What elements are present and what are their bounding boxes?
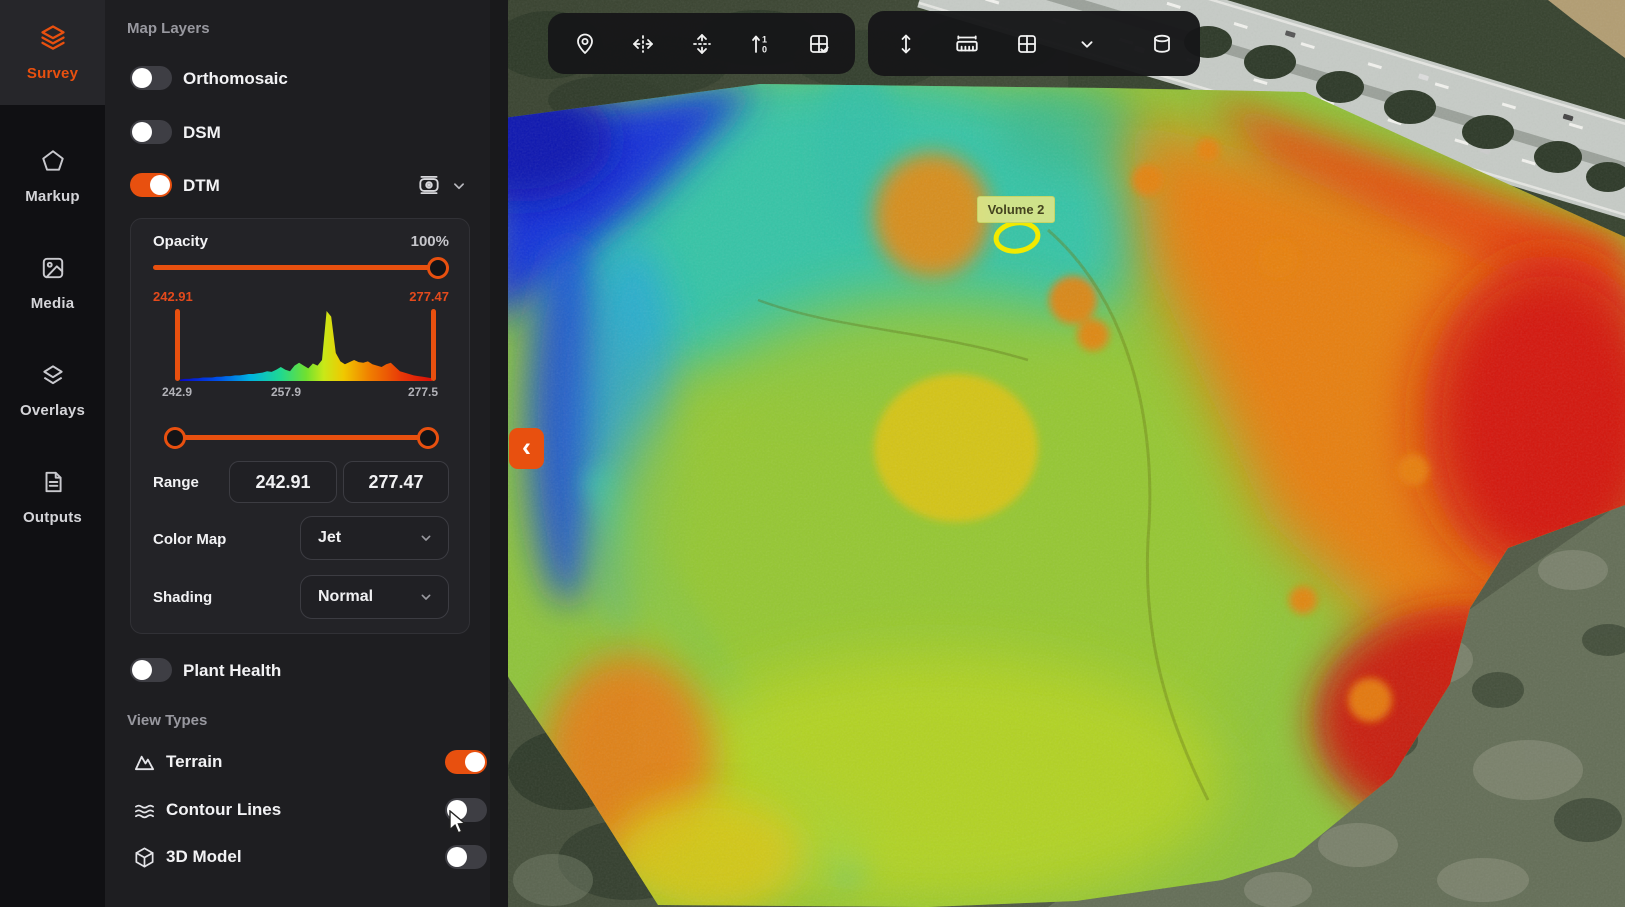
range-slider-knob-max[interactable] bbox=[417, 427, 439, 449]
overlay-layers-icon bbox=[40, 362, 66, 393]
sidebar-item-outputs[interactable]: Outputs bbox=[0, 449, 105, 545]
table-check-icon[interactable] bbox=[797, 22, 841, 66]
dsm-toggle[interactable] bbox=[130, 120, 172, 144]
location-pin-icon[interactable] bbox=[563, 22, 607, 66]
pentagon-icon bbox=[40, 148, 66, 179]
contour-lines-toggle[interactable] bbox=[445, 798, 487, 822]
shading-label: Shading bbox=[153, 589, 212, 606]
opacity-slider-knob[interactable] bbox=[427, 257, 449, 279]
model-3d-label: 3D Model bbox=[166, 847, 242, 867]
hist-tick: 257.9 bbox=[271, 385, 301, 399]
nav-rail: Survey Markup Media Overlays Outputs bbox=[0, 0, 105, 907]
dtm-expand-chevron-icon[interactable] bbox=[449, 176, 469, 196]
sidebar-item-markup[interactable]: Markup bbox=[0, 128, 105, 224]
sort-numeric-up-icon[interactable]: 10 bbox=[738, 22, 782, 66]
sidebar-item-label: Media bbox=[31, 295, 75, 312]
orthomosaic-toggle[interactable] bbox=[130, 66, 172, 90]
plant-health-label: Plant Health bbox=[183, 661, 281, 681]
toggle-knob bbox=[465, 752, 485, 772]
contour-lines-label: Contour Lines bbox=[166, 800, 281, 820]
map-layers-title: Map Layers bbox=[127, 20, 210, 37]
hist-range-handle-left[interactable] bbox=[175, 309, 180, 381]
toggle-knob bbox=[447, 847, 467, 867]
toggle-knob bbox=[132, 660, 152, 680]
colormap-value: Jet bbox=[318, 529, 341, 547]
move-horizontal-icon[interactable] bbox=[621, 22, 665, 66]
orthomosaic-label: Orthomosaic bbox=[183, 69, 288, 89]
toggle-knob bbox=[132, 68, 152, 88]
model-3d-toggle[interactable] bbox=[445, 845, 487, 869]
cube-icon bbox=[133, 846, 156, 874]
map-toolbar-group-1: 10 bbox=[548, 13, 855, 74]
range-slider[interactable] bbox=[175, 435, 437, 440]
sidebar-item-label: Outputs bbox=[23, 509, 82, 526]
range-label: Range bbox=[153, 474, 199, 491]
range-min-input[interactable]: 242.91 bbox=[229, 461, 337, 503]
dtm-visibility-icon[interactable] bbox=[415, 171, 443, 199]
chevron-down-icon bbox=[418, 589, 434, 605]
range-max-input[interactable]: 277.47 bbox=[343, 461, 449, 503]
hist-tick: 277.5 bbox=[408, 385, 438, 399]
toggle-knob bbox=[150, 175, 170, 195]
layers-stack-icon bbox=[39, 23, 67, 56]
hist-tick: 242.9 bbox=[162, 385, 192, 399]
app-window: Volume 2 10 bbox=[0, 0, 1625, 907]
svg-text:0: 0 bbox=[762, 44, 767, 54]
contour-lines-icon bbox=[133, 799, 156, 827]
plant-health-toggle[interactable] bbox=[130, 658, 172, 682]
sidebar-item-survey[interactable]: Survey bbox=[0, 0, 105, 105]
dtm-toggle[interactable] bbox=[130, 173, 172, 197]
collapse-panel-button[interactable]: ‹ bbox=[509, 428, 544, 469]
opacity-slider[interactable] bbox=[153, 265, 449, 270]
shading-value: Normal bbox=[318, 588, 373, 606]
toggle-knob bbox=[132, 122, 152, 142]
view-types-title: View Types bbox=[127, 712, 207, 729]
toggle-knob bbox=[447, 800, 467, 820]
opacity-label: Opacity bbox=[153, 233, 208, 250]
image-icon bbox=[40, 255, 66, 286]
sidebar-item-media[interactable]: Media bbox=[0, 235, 105, 331]
grid-icon[interactable] bbox=[1005, 22, 1049, 66]
shading-dropdown[interactable]: Normal bbox=[300, 575, 449, 619]
move-vertical-icon[interactable] bbox=[680, 22, 724, 66]
ruler-icon[interactable] bbox=[945, 22, 989, 66]
hist-max-label: 277.47 bbox=[409, 289, 449, 304]
svg-text:1: 1 bbox=[762, 34, 767, 44]
sidebar-item-label: Markup bbox=[25, 188, 80, 205]
colormap-dropdown[interactable]: Jet bbox=[300, 516, 449, 560]
expand-vertical-icon[interactable] bbox=[884, 22, 928, 66]
chevron-down-icon bbox=[418, 530, 434, 546]
terrain-toggle[interactable] bbox=[445, 750, 487, 774]
terrain-map-viewport[interactable] bbox=[508, 0, 1625, 907]
elevation-histogram bbox=[180, 309, 432, 381]
mountain-icon bbox=[133, 751, 156, 779]
dtm-settings-card: Opacity 100% 242.91 277.47 242.9 257.9 2… bbox=[130, 218, 470, 634]
hist-range-handle-right[interactable] bbox=[431, 309, 436, 381]
range-slider-knob-min[interactable] bbox=[164, 427, 186, 449]
layers-panel: Map Layers Orthomosaic DSM DTM Opacity 1… bbox=[105, 0, 490, 907]
sidebar-item-label: Overlays bbox=[20, 402, 85, 419]
colormap-label: Color Map bbox=[153, 531, 226, 548]
map-toolbar-group-2 bbox=[868, 11, 1200, 76]
terrain-label: Terrain bbox=[166, 752, 222, 772]
cylinder-icon[interactable] bbox=[1140, 22, 1184, 66]
dtm-label: DTM bbox=[183, 176, 220, 196]
sidebar-item-overlays[interactable]: Overlays bbox=[0, 342, 105, 438]
panel-edge-strip bbox=[490, 0, 508, 907]
document-icon bbox=[40, 469, 66, 500]
collapse-chevron-icon: ‹ bbox=[522, 434, 531, 461]
hist-min-label: 242.91 bbox=[153, 289, 193, 304]
sidebar-item-label: Survey bbox=[27, 65, 78, 82]
chevron-down-icon[interactable] bbox=[1065, 22, 1109, 66]
opacity-value: 100% bbox=[411, 233, 449, 250]
volume-annotation-label[interactable]: Volume 2 bbox=[977, 196, 1055, 223]
dsm-label: DSM bbox=[183, 123, 221, 143]
